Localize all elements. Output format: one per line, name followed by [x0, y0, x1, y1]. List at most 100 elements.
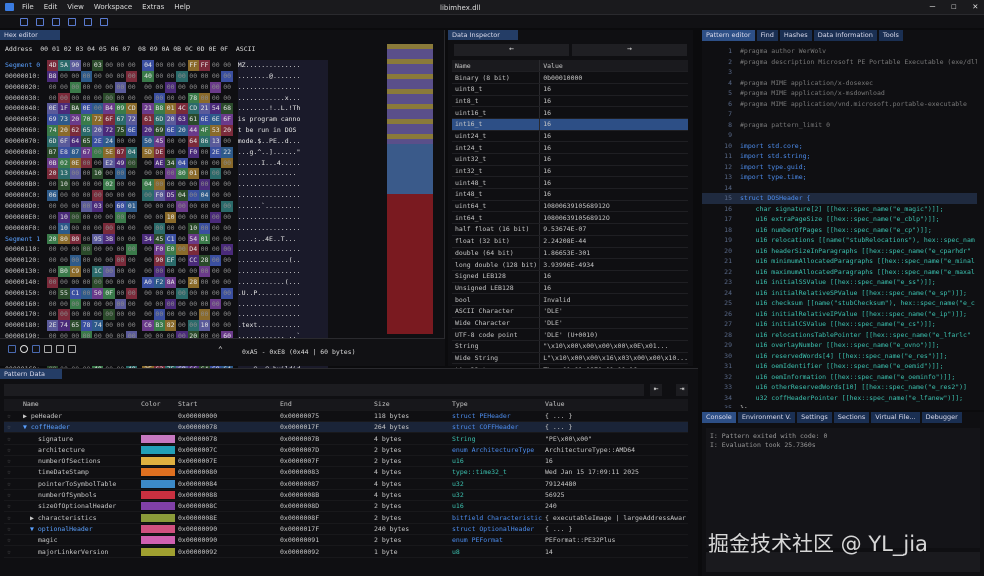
inspector-row[interactable]: float (32 bit) 2.24208E-44 [452, 235, 688, 248]
hex-byte[interactable]: 90 [69, 60, 81, 71]
hex-byte[interactable]: 00 [187, 320, 199, 332]
star-icon[interactable]: ☆ [4, 534, 20, 547]
hex-byte[interactable]: 04 [142, 60, 154, 71]
hex-byte[interactable]: 00 [126, 136, 137, 147]
hex-byte[interactable]: 00 [47, 276, 59, 288]
hex-byte[interactable]: 00 [176, 255, 187, 266]
hex-byte[interactable]: 00 [210, 255, 222, 267]
hex-byte[interactable]: 00 [199, 299, 210, 310]
hex-byte[interactable]: B0 [58, 266, 70, 277]
hex-byte[interactable]: 61 [187, 114, 199, 126]
hex-byte[interactable]: 00 [210, 190, 221, 201]
hex-byte[interactable]: 00 [47, 255, 58, 266]
star-icon[interactable]: ☆ [4, 421, 20, 434]
hex-ascii[interactable]: ............(... [237, 276, 328, 288]
hex-byte[interactable]: 00 [92, 93, 103, 104]
upper-icon[interactable] [56, 345, 64, 353]
hex-byte[interactable]: 0E [47, 103, 59, 115]
hex-byte[interactable]: 72 [126, 114, 138, 126]
tab-find[interactable]: Find [756, 30, 778, 41]
hex-byte[interactable]: F0 [187, 146, 199, 158]
hex-byte[interactable]: 00 [154, 201, 165, 212]
hex-byte[interactable]: 00 [70, 244, 81, 255]
hex-byte[interactable]: 03 [92, 200, 104, 212]
hex-byte[interactable]: 00 [47, 179, 58, 190]
hex-byte[interactable]: 00 [153, 222, 165, 234]
hex-byte[interactable]: 00 [80, 287, 93, 299]
star-icon[interactable]: ☆ [4, 523, 20, 536]
hex-byte[interactable]: 1F [58, 103, 70, 115]
hex-byte[interactable]: 4D [47, 60, 59, 71]
hex-byte[interactable]: 78 [80, 320, 93, 332]
hex-byte[interactable]: 70 [80, 114, 93, 126]
hex-byte[interactable]: 00 [92, 309, 103, 320]
hex-byte[interactable]: 00 [81, 266, 92, 277]
maximize-icon[interactable]: ☐ [951, 2, 956, 12]
highlight-icon[interactable] [68, 345, 76, 353]
hex-ascii[interactable]: is program canno [237, 114, 328, 126]
hex-byte[interactable]: 00 [198, 309, 211, 321]
hex-byte[interactable]: 00 [187, 190, 199, 201]
hex-byte[interactable]: 00 [80, 244, 93, 256]
hex-byte[interactable]: 00 [115, 60, 126, 71]
hex-byte[interactable]: 4F [198, 125, 211, 136]
hex-byte[interactable]: 00 [81, 60, 92, 71]
menu-view[interactable]: View [67, 3, 84, 11]
hex-byte[interactable]: 00 [69, 298, 81, 310]
hex-byte[interactable]: 00 [210, 93, 221, 104]
hex-byte[interactable]: 00 [176, 244, 188, 256]
hex-byte[interactable]: 20 [47, 233, 59, 245]
hex-byte[interactable]: 00 [176, 277, 187, 288]
hex-byte[interactable]: 00 [199, 212, 210, 223]
hex-byte[interactable]: 74 [58, 320, 70, 332]
hex-byte[interactable]: 6F [221, 114, 233, 126]
hex-byte[interactable]: 00 [165, 223, 176, 234]
hex-byte[interactable]: 00 [221, 157, 233, 169]
hex-byte[interactable]: 00 [92, 244, 103, 255]
hex-byte[interactable]: 00 [81, 299, 92, 310]
hex-byte[interactable]: D4 [187, 244, 199, 256]
hex-ascii[interactable]: ........!..L.!Th [237, 103, 328, 115]
pattern-row[interactable]: ☆ signature 0x00000078 0x0000007B 4 bytes Str… [4, 432, 688, 445]
hex-byte[interactable]: 72 [92, 114, 104, 126]
hex-byte[interactable]: 04 [176, 190, 188, 201]
bulb-icon[interactable] [20, 345, 28, 353]
hex-byte[interactable]: 00 [103, 190, 114, 201]
hex-byte[interactable]: 00 [126, 287, 138, 299]
hex-byte[interactable]: 00 [176, 212, 187, 223]
hex-byte[interactable]: 00 [176, 200, 188, 212]
hex-byte[interactable]: CD [187, 103, 199, 115]
hex-byte[interactable]: 6F [58, 135, 70, 147]
hex-byte[interactable]: 00 [69, 211, 81, 223]
hex-byte[interactable]: 00 [210, 168, 222, 180]
hex-byte[interactable]: 00 [176, 223, 187, 234]
tab-data-inspector[interactable]: Data Inspector [448, 30, 518, 40]
hex-byte[interactable]: 0E [69, 157, 81, 169]
hex-byte[interactable]: 00 [81, 93, 92, 104]
hex-byte[interactable]: 03 [92, 60, 104, 71]
hex-byte[interactable]: EF [164, 255, 177, 267]
hex-byte[interactable]: CC [187, 255, 199, 267]
hex-byte[interactable]: 00 [47, 288, 58, 299]
hex-byte[interactable]: 4C [176, 103, 188, 115]
hex-byte[interactable]: FF [187, 60, 199, 71]
col-color[interactable]: Color [138, 399, 175, 411]
hex-byte[interactable]: 00 [176, 266, 187, 277]
hex-byte[interactable]: 00 [126, 277, 137, 288]
hex-ascii[interactable]: ............x... [237, 92, 328, 104]
hex-ascii[interactable]: ................ [237, 266, 328, 277]
inspector-row[interactable]: Wide String L"\x10\x00\x00\x16\x03\x00\x0… [452, 352, 688, 365]
inspector-row[interactable]: bool Invalid [452, 293, 688, 306]
hex-byte[interactable]: 00 [126, 70, 138, 82]
hex-byte[interactable]: F2 [153, 276, 165, 288]
hex-ascii[interactable]: .U..P........... [237, 287, 328, 299]
hex-byte[interactable]: 20 [176, 125, 188, 136]
hex-byte[interactable]: 00 [199, 71, 210, 82]
hex-byte[interactable]: 69 [47, 114, 59, 126]
hex-byte[interactable]: 00 [176, 136, 187, 147]
hex-byte[interactable]: 00 [165, 201, 176, 212]
col-value[interactable]: Value [542, 399, 688, 411]
hex-byte[interactable]: 00 [176, 147, 187, 158]
hex-byte[interactable]: 00 [142, 201, 153, 212]
hex-byte[interactable]: 00 [199, 288, 210, 299]
